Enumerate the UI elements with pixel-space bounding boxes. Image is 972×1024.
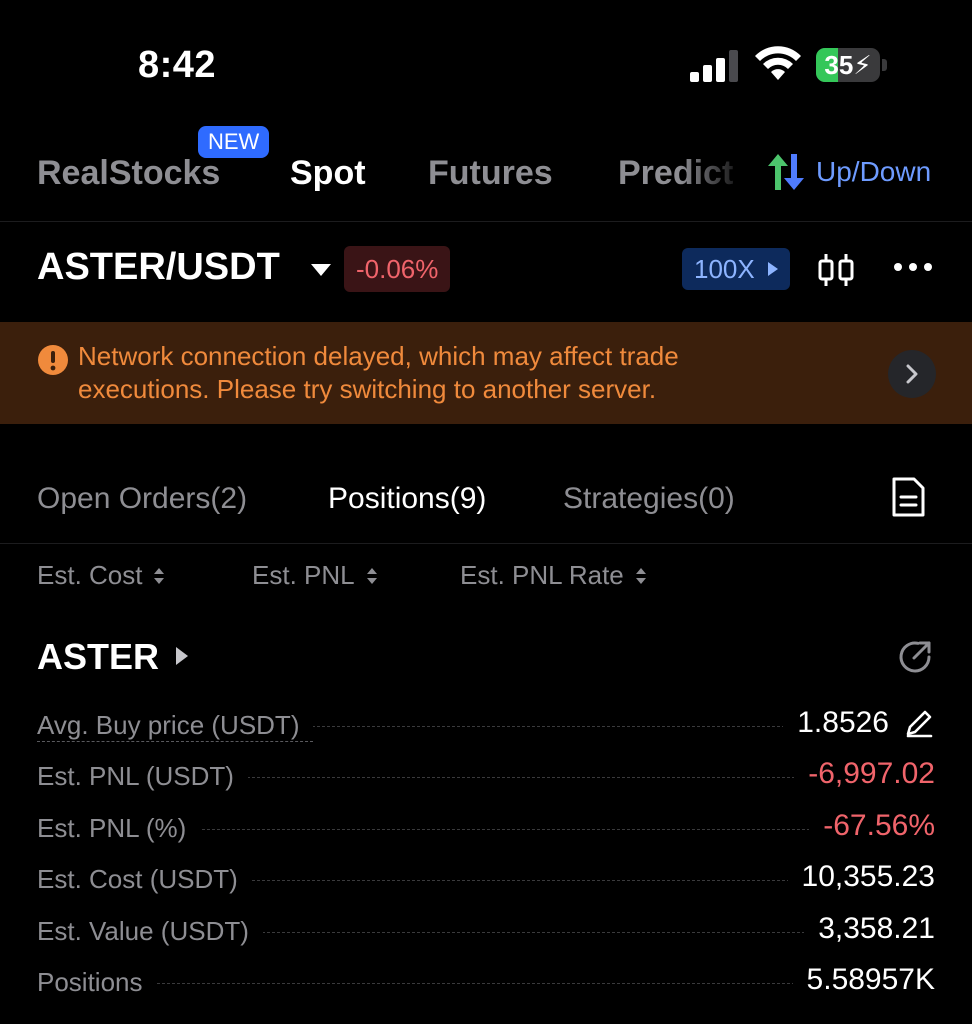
- leverage-button[interactable]: 100X: [682, 248, 790, 290]
- signal-icon: [690, 50, 738, 82]
- detail-value: -67.56%: [809, 808, 935, 843]
- sort-est-cost[interactable]: Est. Cost: [37, 560, 166, 591]
- detail-label: Positions: [37, 966, 157, 998]
- warning-text: Network connection delayed, which may af…: [78, 341, 679, 404]
- network-warning-banner[interactable]: Network connection delayed, which may af…: [0, 322, 972, 424]
- candlestick-chart-icon[interactable]: [816, 250, 856, 290]
- detail-label: Est. Value (USDT): [37, 915, 263, 947]
- play-arrow-icon: [768, 262, 778, 276]
- sort-est-pnl[interactable]: Est. PNL: [252, 560, 379, 591]
- battery-icon: 35⚡: [816, 48, 887, 82]
- play-arrow-icon[interactable]: [175, 646, 189, 666]
- detail-label: Est. PNL (%): [37, 812, 201, 844]
- detail-value: -6,997.02: [794, 757, 935, 792]
- detail-value: 1.8526: [783, 706, 935, 740]
- detail-row-positions: Positions 5.58957K: [0, 957, 972, 1008]
- leverage-label: 100X: [694, 254, 755, 284]
- status-time: 8:42: [138, 44, 217, 86]
- detail-value: 10,355.23: [787, 860, 935, 895]
- edit-icon[interactable]: [903, 707, 935, 739]
- sort-est-pnl-rate[interactable]: Est. PNL Rate: [460, 560, 648, 591]
- sort-icon: [154, 567, 165, 584]
- up-down-button[interactable]: Up/Down: [766, 150, 931, 194]
- detail-row-est-value: Est. Value (USDT) 3,358.21: [0, 906, 972, 957]
- sort-icon: [366, 567, 377, 584]
- share-icon[interactable]: [896, 638, 934, 676]
- price-change-badge: -0.06%: [344, 246, 451, 292]
- tab-open-orders[interactable]: Open Orders(2): [37, 482, 247, 516]
- status-bar: 8:42 35⚡: [0, 0, 972, 120]
- detail-label[interactable]: Avg. Buy price (USDT): [37, 710, 314, 742]
- category-tabs: RealStocks NEW Spot Futures Predict Up/D…: [0, 120, 972, 222]
- wifi-icon: [755, 46, 801, 80]
- tab-strategies[interactable]: Strategies(0): [563, 482, 735, 516]
- tab-realstocks[interactable]: RealStocks: [37, 154, 220, 193]
- new-badge: NEW: [198, 126, 270, 158]
- detail-row-avg-buy-price: Avg. Buy price (USDT) 1.8526: [0, 700, 972, 751]
- detail-row-est-cost: Est. Cost (USDT) 10,355.23: [0, 854, 972, 905]
- up-down-label: Up/Down: [816, 156, 932, 187]
- pair-selector[interactable]: ASTER/USDT: [37, 246, 280, 289]
- tab-fade: [680, 150, 760, 200]
- chevron-right-icon: [906, 364, 918, 384]
- detail-row-est-pnl-usdt: Est. PNL (USDT) -6,997.02: [0, 751, 972, 802]
- sort-row: Est. Cost Est. PNL Est. PNL Rate: [0, 556, 972, 596]
- tab-positions[interactable]: Positions(9): [328, 482, 486, 516]
- more-icon[interactable]: [892, 260, 934, 274]
- caret-down-icon[interactable]: [310, 262, 332, 278]
- asset-symbol[interactable]: ASTER: [37, 636, 159, 678]
- sort-icon: [635, 567, 646, 584]
- detail-value: 5.58957K: [792, 962, 935, 997]
- warning-open-button[interactable]: [888, 350, 936, 398]
- detail-label: Est. PNL (USDT): [37, 761, 248, 793]
- tab-spot[interactable]: Spot: [290, 154, 366, 193]
- battery-level: 35⚡: [824, 50, 872, 80]
- document-icon[interactable]: [890, 476, 926, 518]
- order-position-tabs: Open Orders(2) Positions(9) Strategies(0…: [0, 454, 972, 544]
- up-down-arrows-icon: [768, 154, 804, 190]
- detail-label: Est. Cost (USDT): [37, 864, 252, 896]
- warning-icon: [38, 345, 68, 375]
- position-details: Avg. Buy price (USDT) 1.8526 Est. PNL (U…: [0, 700, 972, 1008]
- detail-value: 3,358.21: [804, 911, 935, 946]
- detail-row-est-pnl-percent: Est. PNL (%) -67.56%: [0, 803, 972, 854]
- tab-futures[interactable]: Futures: [428, 154, 553, 193]
- pair-header: ASTER/USDT -0.06% 100X: [0, 222, 972, 322]
